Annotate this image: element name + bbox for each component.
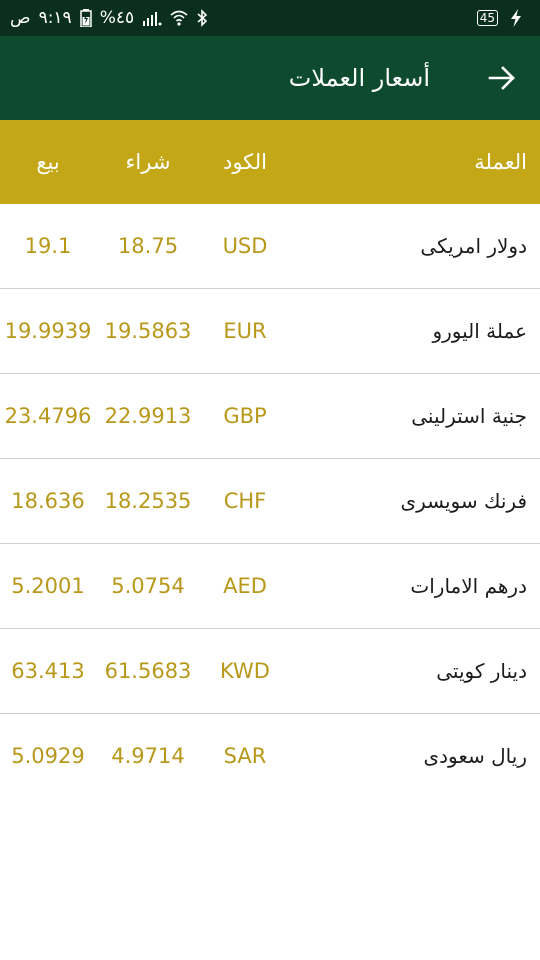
back-button[interactable] [482, 58, 522, 98]
currency-code: SAR [223, 744, 267, 768]
currency-code: EUR [223, 319, 267, 343]
currency-code: GBP [223, 404, 267, 428]
table-row[interactable]: فرنك سويسرى CHF 18.2535 18.636 [0, 459, 540, 544]
buy-price: 61.5683 [104, 659, 192, 683]
header-buy: شراء [125, 150, 171, 174]
signal-icon [142, 10, 162, 26]
status-time: ٩:١٩ [38, 8, 72, 28]
currency-name: درهم الامارات [410, 574, 527, 598]
buy-price: 18.2535 [104, 489, 192, 513]
sell-price: 5.2001 [11, 574, 85, 598]
table-row[interactable]: دولار امريكى USD 18.75 19.1 [0, 204, 540, 289]
buy-price: 4.9714 [111, 744, 185, 768]
lightning-icon [510, 9, 522, 27]
header-code: الكود [222, 150, 268, 174]
wifi-icon [170, 10, 188, 26]
page-title: أسعار العملات [288, 64, 430, 92]
sell-price: 5.0929 [11, 744, 85, 768]
status-right-group: 45 [476, 0, 522, 36]
status-left-group: ص ٩:١٩ %٤٥ [10, 0, 208, 36]
table-row[interactable]: دينار كويتى KWD 61.5683 63.413 [0, 629, 540, 714]
currency-code: AED [223, 574, 267, 598]
buy-price: 19.5863 [104, 319, 192, 343]
currency-name: جنية استرلينى [411, 404, 527, 428]
app-bar: أسعار العملات [0, 36, 540, 120]
table-row[interactable]: ريال سعودى SAR 4.9714 5.0929 [0, 714, 540, 798]
currency-name: ريال سعودى [423, 744, 527, 768]
bluetooth-icon [196, 9, 208, 27]
buy-price: 5.0754 [111, 574, 185, 598]
sell-price: 19.1 [24, 234, 72, 258]
buy-price: 18.75 [117, 234, 179, 258]
currency-code: KWD [220, 659, 270, 683]
table-header: العملة الكود شراء بيع [0, 120, 540, 204]
currency-code: USD [222, 234, 268, 258]
currency-name: فرنك سويسرى [400, 489, 527, 513]
status-bar: ص ٩:١٩ %٤٥ 45 [0, 0, 540, 36]
sell-price: 19.9939 [4, 319, 92, 343]
sell-price: 23.4796 [4, 404, 92, 428]
table-row[interactable]: درهم الامارات AED 5.0754 5.2001 [0, 544, 540, 629]
battery-icon [79, 9, 92, 27]
status-battery-percent: %٤٥ [99, 8, 135, 28]
currency-name: عملة اليورو [432, 319, 527, 343]
buy-price: 22.9913 [104, 404, 192, 428]
currency-list: دولار امريكى USD 18.75 19.1 عملة اليورو … [0, 204, 540, 798]
header-sell: بيع [36, 150, 60, 174]
currency-name: دولار امريكى [420, 234, 527, 258]
table-row[interactable]: عملة اليورو EUR 19.5863 19.9939 [0, 289, 540, 374]
arrow-right-icon [488, 66, 515, 90]
status-badge: 45 [476, 10, 498, 26]
header-currency: العملة [474, 150, 527, 174]
table-row[interactable]: جنية استرلينى GBP 22.9913 23.4796 [0, 374, 540, 459]
sell-price: 63.413 [11, 659, 85, 683]
currency-name: دينار كويتى [436, 659, 527, 683]
currency-code: CHF [223, 489, 267, 513]
sell-price: 18.636 [11, 489, 85, 513]
status-ampm: ص [10, 8, 31, 28]
